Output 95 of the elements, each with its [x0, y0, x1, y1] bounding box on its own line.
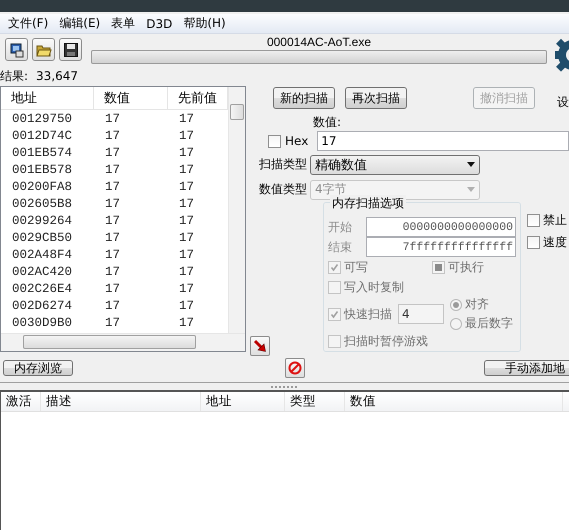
table-cell-text: 17 [104, 162, 122, 176]
table-cell-text: 17 [178, 298, 196, 312]
table-cell-text: 17 [178, 180, 196, 194]
table-cell-text: 17 [104, 196, 122, 210]
open-folder-button[interactable] [32, 38, 55, 61]
scan-type-dropdown[interactable]: 精确数值 [310, 154, 480, 174]
menu-item[interactable]: 文件(F) [3, 15, 54, 32]
column-header[interactable]: 描述 [41, 392, 201, 411]
settings-label: 设 [557, 94, 569, 111]
table-cell-text: 002AC420 [11, 264, 74, 278]
dropdown-arrow-icon [467, 187, 475, 192]
table-cell-text: 0030D9B0 [11, 316, 74, 330]
option-checkbox[interactable] [527, 214, 540, 227]
table-cell-text: 00129750 [11, 112, 74, 126]
table-cell-text: 17 [104, 112, 122, 126]
hex-checkbox[interactable] [268, 134, 281, 148]
save-button[interactable] [59, 38, 82, 61]
table-cell-text: 17 [178, 196, 196, 210]
column-header[interactable]: 地址 [1, 87, 94, 109]
radio-label: 对齐 [465, 296, 489, 313]
table-cell-text: 17 [178, 214, 196, 228]
hex-label: Hex [285, 134, 308, 148]
new-scan-button[interactable]: 新的扫描 [273, 87, 335, 109]
table-cell-text: 17 [178, 264, 196, 278]
scrollbar-thumb[interactable] [230, 104, 244, 120]
value-label: 数值: [312, 114, 342, 130]
table-cell-text: 17 [104, 264, 122, 278]
executable-label: 可执行 [448, 258, 484, 276]
results-label: 结果: [0, 68, 28, 84]
table-cell-text: 001EB578 [11, 162, 74, 176]
arrow-icon [253, 339, 267, 353]
table-cell-text: 002D6274 [11, 298, 74, 312]
table-cell-text: 17 [104, 298, 122, 312]
column-header[interactable]: 数值 [345, 392, 563, 411]
stop-button[interactable] [285, 358, 305, 378]
option-label: 禁止 [543, 212, 567, 229]
horizontal-scrollbar[interactable] [1, 333, 245, 351]
computer-button[interactable] [5, 38, 28, 61]
column-header[interactable]: 激活 [1, 392, 41, 411]
table-cell-text: 17 [178, 248, 196, 262]
table-cell-text: 00200FA8 [11, 180, 74, 194]
column-header[interactable]: 数值 [94, 87, 168, 109]
scan-type-label: 扫描类型 [259, 156, 307, 173]
add-address-button[interactable]: 手动添加地 [484, 360, 569, 376]
menu-item[interactable]: 帮助(H) [178, 15, 232, 32]
menu-item[interactable]: D3D [141, 16, 178, 30]
table-cell-text: 001EB574 [11, 146, 74, 160]
table-cell-text: 17 [178, 112, 196, 126]
memory-view-button[interactable]: 内存浏览 [3, 360, 73, 376]
stop-icon [288, 361, 302, 375]
table-cell-text: 17 [104, 316, 122, 330]
computer-icon [8, 42, 24, 58]
value-type-label: 数值类型 [259, 181, 307, 198]
end-label: 结束 [328, 238, 352, 256]
menu-item[interactable]: 编辑(E) [54, 15, 106, 32]
table-cell-text: 17 [104, 248, 122, 262]
fast-scan-label: 快速扫描 [344, 306, 392, 322]
add-to-list-button[interactable] [250, 336, 270, 356]
table-cell-text: 17 [104, 282, 122, 296]
table-cell-text: 17 [178, 282, 196, 296]
dropdown-arrow-icon [467, 162, 475, 167]
table-cell-text: 17 [104, 230, 122, 244]
pause-game-label: 扫描时暂停游戏 [344, 332, 428, 350]
table-cell-text: 17 [178, 230, 196, 244]
radio-label: 最后数字 [465, 315, 513, 332]
scrollbar-thumb[interactable] [23, 335, 196, 349]
table-cell-text: 002A48F4 [11, 248, 74, 262]
copy-on-write-label: 写入时复制 [344, 278, 404, 296]
table-cell-text: 00299264 [11, 214, 74, 228]
table-cell-text: 17 [178, 146, 196, 160]
table-cell-text: 0029CB50 [11, 230, 74, 244]
menu-item[interactable]: 表单 [106, 15, 142, 32]
vertical-scrollbar[interactable] [228, 87, 245, 333]
table-cell-text: 002C26E4 [11, 282, 74, 296]
save-icon [62, 42, 78, 58]
writable-label: 可写 [344, 258, 368, 276]
table-cell-text: 17 [178, 128, 196, 142]
table-cell-text: 17 [178, 162, 196, 176]
option-checkbox[interactable] [527, 236, 540, 249]
table-cell-text: 17 [104, 180, 122, 194]
table-cell-text: 17 [178, 316, 196, 330]
table-cell-text: 17 [104, 146, 122, 160]
column-header[interactable]: 类型 [285, 392, 345, 411]
table-cell-text: 17 [104, 128, 122, 142]
group-title: 内存扫描选项 [330, 195, 406, 212]
table-cell-text: 0012D74C [11, 128, 74, 142]
value-input[interactable]: 17 [317, 131, 569, 151]
table-cell-text: 002605B8 [11, 196, 74, 210]
results-count: 33,647 [36, 69, 78, 83]
column-header[interactable]: 地址 [201, 392, 285, 411]
table-cell-text: 17 [104, 214, 122, 228]
start-label: 开始 [328, 218, 352, 236]
next-scan-button[interactable]: 再次扫描 [345, 87, 407, 109]
process-name: 000014AC-AoT.exe [266, 35, 372, 49]
option-label: 速度 [543, 234, 567, 251]
